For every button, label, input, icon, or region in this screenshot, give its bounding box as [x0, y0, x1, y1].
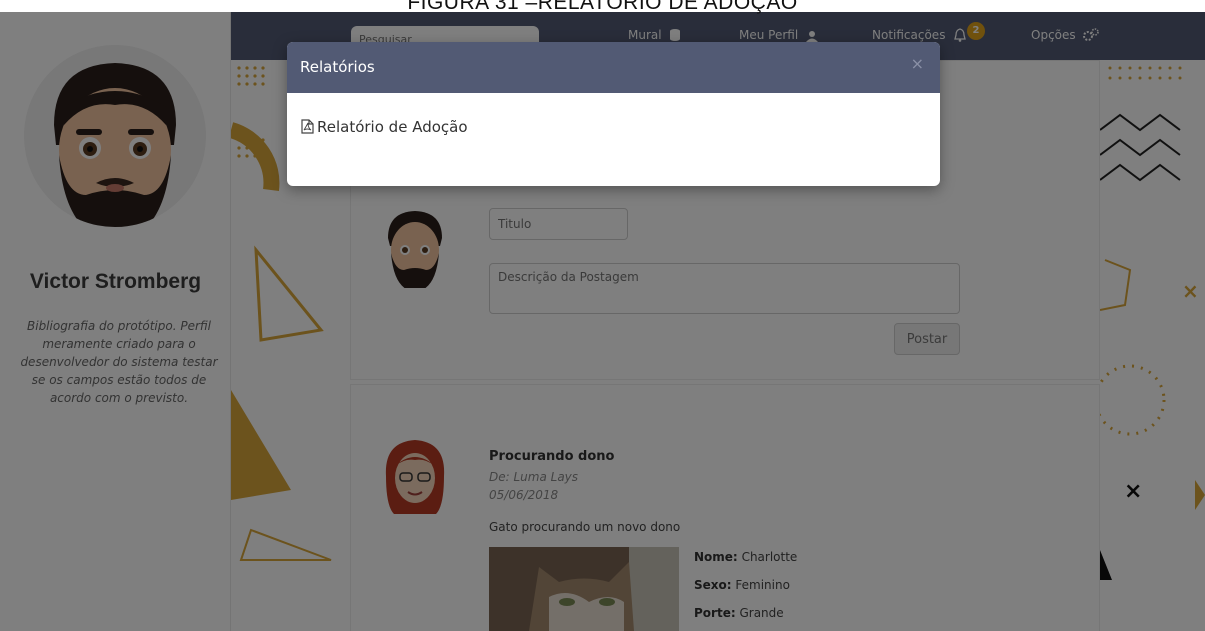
pdf-file-icon [301, 119, 314, 134]
figure-caption: FIGURA 31 –RELATÓRIO DE ADOÇÃO [407, 0, 798, 14]
close-icon[interactable]: × [911, 54, 924, 73]
modal-header: Relatórios × [287, 42, 940, 93]
reports-modal: Relatórios × Relatório de Adoção [287, 42, 940, 186]
adoption-report-link[interactable]: Relatório de Adoção [301, 118, 468, 136]
modal-title: Relatórios [300, 58, 375, 76]
adoption-report-label: Relatório de Adoção [317, 118, 468, 136]
